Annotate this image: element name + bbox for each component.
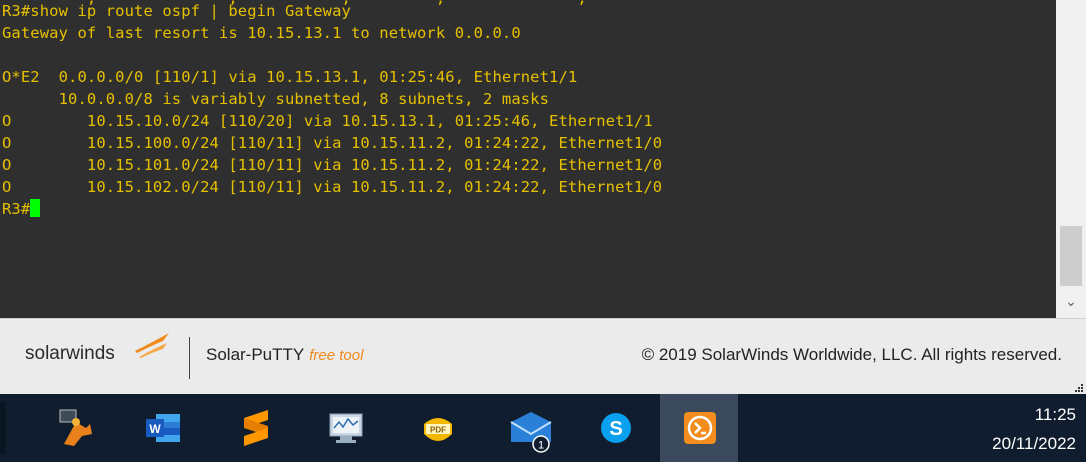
clock-date: 20/11/2022 <box>992 434 1076 453</box>
terminal-line: Gateway of last resort is 10.15.13.1 to … <box>2 24 521 42</box>
mail-badge-count: 1 <box>538 440 544 452</box>
system-clock[interactable]: 11:25 20/11/2022 <box>992 403 1076 457</box>
solar-putty-icon[interactable] <box>680 408 720 448</box>
solar-putty-banner: solarwinds Solar-PuTTY free tool © 2019 S… <box>0 318 1086 395</box>
terminal-line: O 10.15.10.0/24 [110/20] via 10.15.13.1,… <box>2 112 653 130</box>
solarwinds-swoosh-icon <box>135 333 169 358</box>
copyright-notice: © 2019 SolarWinds Worldwide, LLC. All ri… <box>641 345 1062 364</box>
free-tool-tag: free tool <box>309 347 364 364</box>
sublime-text-icon[interactable] <box>236 408 276 448</box>
terminal-line: 10.0.0.0/8 is variably subnetted, 8 subn… <box>2 90 550 108</box>
terminal-output: R3#show ip route ospf | begin Gateway Ga… <box>0 0 662 220</box>
terminal-line: O 10.15.101.0/24 [110/11] via 10.15.11.2… <box>2 156 663 174</box>
terminal-line: O*E2 0.0.0.0/0 [110/1] via 10.15.13.1, 0… <box>2 68 578 86</box>
product-label: Solar-PuTTY <box>206 345 305 364</box>
banner-divider <box>189 337 190 379</box>
terminal-line: O 10.15.102.0/24 [110/11] via 10.15.11.2… <box>2 178 663 196</box>
pdf-icon-label: PDF <box>430 426 446 435</box>
vertical-scrollbar[interactable]: ⌄ <box>1056 0 1086 318</box>
word-icon-letter: W <box>149 422 161 436</box>
terminal-prompt-line[interactable]: R3# <box>2 198 662 220</box>
scroll-down-arrow-icon[interactable]: ⌄ <box>1056 290 1086 314</box>
resize-grip-icon[interactable] <box>1074 383 1084 393</box>
skype-icon[interactable]: S <box>596 408 636 448</box>
product-name[interactable]: Solar-PuTTY free tool <box>206 345 363 365</box>
terminal-prompt: R3# <box>2 200 31 218</box>
skype-icon-letter: S <box>609 418 622 440</box>
clock-time: 11:25 <box>1034 405 1076 424</box>
terminal-window[interactable]: , , , , , R3#show ip route ospf | begin … <box>0 0 1056 318</box>
word-icon[interactable]: W <box>142 408 182 448</box>
scrollbar-thumb[interactable] <box>1060 226 1082 286</box>
gns3-icon[interactable] <box>56 408 96 448</box>
terminal-cursor <box>30 199 41 217</box>
terminal-line: R3#show ip route ospf | begin Gateway <box>2 2 351 20</box>
solarwinds-logo[interactable]: solarwinds <box>25 343 115 365</box>
taskbar-edge <box>0 402 6 454</box>
mail-icon[interactable]: 1 <box>507 406 555 454</box>
network-monitor-icon[interactable] <box>326 408 366 448</box>
terminal-line: O 10.15.100.0/24 [110/11] via 10.15.11.2… <box>2 134 663 152</box>
windows-taskbar: W PDF 1 S 11:25 20/11/2022 <box>0 394 1086 462</box>
pdf-icon[interactable]: PDF <box>418 408 458 448</box>
